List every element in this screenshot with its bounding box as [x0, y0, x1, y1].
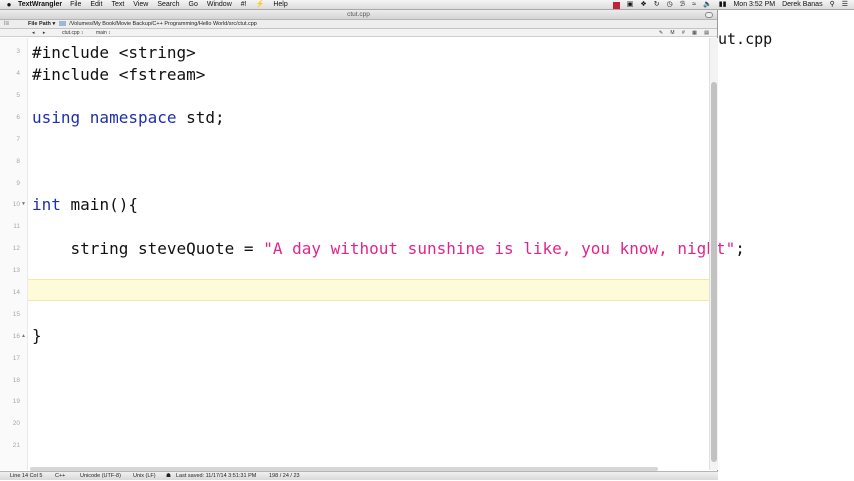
- menubar-clock[interactable]: Mon 3:52 PM: [733, 0, 775, 10]
- menu-bar: ● TextWrangler File Edit Text View Searc…: [0, 0, 854, 10]
- file-path-menu[interactable]: File Path ▾: [28, 21, 55, 27]
- marker-icon[interactable]: M: [670, 30, 674, 36]
- code-keyword: int: [32, 195, 61, 214]
- menu-scripts[interactable]: #!: [241, 0, 247, 10]
- split-icon[interactable]: ▤: [704, 30, 709, 36]
- text-cursor-icon[interactable]: I​≡: [4, 20, 9, 29]
- menu-text[interactable]: Text: [111, 0, 124, 10]
- fold-end-icon[interactable]: ▲: [21, 333, 26, 339]
- line-number: 7: [16, 136, 20, 143]
- code-line: #include <string>: [32, 43, 196, 62]
- line-number: 4: [16, 70, 20, 77]
- menu-window[interactable]: Window: [207, 0, 232, 10]
- background-window-text: ut.cpp: [718, 30, 773, 48]
- code-keyword: using namespace: [32, 108, 177, 127]
- toolbar-toggle-button[interactable]: [705, 12, 713, 18]
- file-path: /Volumes/My Book/Movie Backup/C++ Progra…: [69, 21, 257, 27]
- code-line: int main(){: [32, 195, 138, 214]
- line-number: 9: [16, 180, 20, 187]
- current-line-highlight: [28, 279, 712, 301]
- time-machine-icon[interactable]: ◷: [667, 0, 673, 10]
- line-number: 13: [12, 267, 20, 274]
- line-number: 8: [16, 158, 20, 165]
- menu-go[interactable]: Go: [189, 0, 198, 10]
- line-number: 3: [16, 48, 20, 55]
- bluetooth-icon[interactable]: ℬ: [680, 0, 686, 10]
- search-icon[interactable]: ⚲: [830, 0, 835, 10]
- folder-icon: [58, 21, 66, 27]
- line-number: 10: [12, 201, 20, 208]
- status-bar: Line 14 Col 5 C++ Unicode (UTF-8) Unix (…: [0, 471, 718, 480]
- file-menu-popup[interactable]: ctut.cpp ↕: [62, 29, 83, 37]
- line-number: 16: [12, 333, 20, 340]
- apple-icon[interactable]: ●: [0, 0, 18, 10]
- function-menu-popup[interactable]: main ↕: [96, 29, 111, 37]
- menu-extras: ▣ ❖ ↻ ◷ ℬ ≈ 🔈 ▮▮ Mon 3:52 PM Derek Banas…: [606, 0, 848, 10]
- code-text: string steveQuote =: [32, 239, 264, 258]
- pencil-icon[interactable]: ✎: [659, 30, 663, 36]
- vertical-scrollbar[interactable]: [709, 38, 718, 470]
- list-icon[interactable]: ☰: [842, 0, 848, 10]
- code-text: std;: [176, 108, 225, 127]
- code-line: }: [32, 326, 42, 345]
- navigation-bar: ◂ ▸ ctut.cpp ↕ main ↕ ✎ M # ▦ ▤: [0, 29, 717, 37]
- line-number: 20: [12, 420, 20, 427]
- recording-icon[interactable]: [612, 1, 620, 9]
- line-number: 15: [12, 311, 20, 318]
- vertical-scroll-thumb[interactable]: [711, 82, 717, 462]
- dropbox-icon[interactable]: ❖: [640, 0, 646, 10]
- hash-icon[interactable]: #: [682, 30, 685, 36]
- window-title: ctut.cpp: [347, 11, 370, 18]
- menubar-user[interactable]: Derek Banas: [782, 0, 822, 10]
- code-line: #include <fstream>: [32, 65, 206, 84]
- line-number: 12: [12, 245, 20, 252]
- menu-help[interactable]: Help: [273, 0, 287, 10]
- line-number: 5: [16, 92, 20, 99]
- editor-window: ctut.cpp I​≡ File Path ▾ /Volumes/My Boo…: [0, 10, 745, 480]
- sync-icon[interactable]: ↻: [654, 0, 660, 10]
- line-number: 14: [12, 289, 20, 296]
- app-menu[interactable]: TextWrangler: [18, 0, 62, 10]
- line-number: 11: [13, 223, 20, 230]
- title-bar[interactable]: ctut.cpp: [0, 10, 717, 20]
- text-editor[interactable]: 3 4 5 6 7 8 9 10 11 12 13 14 15 16 17 18…: [0, 38, 745, 471]
- fold-toggle-icon[interactable]: ▼: [21, 201, 26, 207]
- display-icon[interactable]: ▣: [627, 0, 634, 10]
- menu-scripting-icon[interactable]: ⚡: [256, 0, 265, 10]
- menu-search[interactable]: Search: [157, 0, 179, 10]
- menu-view[interactable]: View: [133, 0, 148, 10]
- path-bar: I​≡ File Path ▾ /Volumes/My Book/Movie B…: [0, 20, 717, 29]
- volume-icon[interactable]: 🔈: [703, 0, 712, 10]
- line-number: 17: [12, 355, 20, 362]
- code-line: string steveQuote = "A day without sunsh…: [32, 239, 745, 258]
- file-menu-label: ctut.cpp: [62, 30, 80, 36]
- line-number: 6: [16, 114, 20, 121]
- code-string: "A day without sunshine is like, you kno…: [263, 239, 736, 258]
- code-text: ;: [735, 239, 745, 258]
- forward-button[interactable]: ▸: [43, 30, 46, 36]
- line-number: 19: [12, 398, 20, 405]
- code-text: main(){: [60, 195, 138, 214]
- menu-edit[interactable]: Edit: [90, 0, 102, 10]
- battery-icon[interactable]: ▮▮: [719, 0, 727, 10]
- wifi-icon[interactable]: ≈: [692, 0, 696, 10]
- document-icon[interactable]: ▦: [692, 30, 697, 36]
- line-number: 18: [12, 377, 20, 384]
- code-line: using namespace std;: [32, 108, 225, 127]
- line-number-gutter: 3 4 5 6 7 8 9 10 11 12 13 14 15 16 17 18…: [0, 38, 28, 470]
- back-button[interactable]: ◂: [32, 30, 35, 36]
- line-number: 21: [12, 442, 20, 449]
- function-menu-label: main: [96, 30, 107, 36]
- menu-file[interactable]: File: [70, 0, 81, 10]
